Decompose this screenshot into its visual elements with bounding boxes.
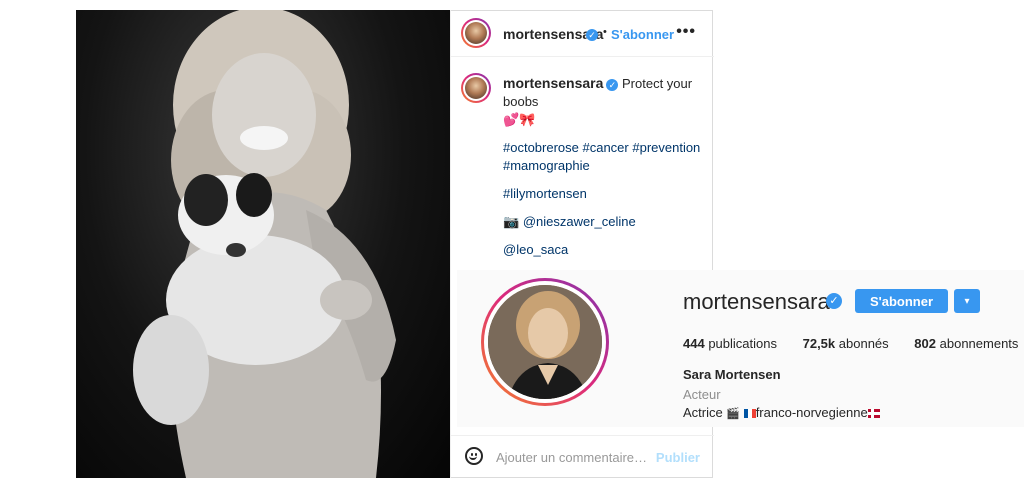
caption-username[interactable]: mortensensara: [503, 75, 603, 91]
hashtag-lilymortensen[interactable]: #lilymortensen: [503, 185, 703, 203]
comment-bar: Ajouter un commentaire… Publier: [451, 435, 714, 479]
avatar[interactable]: [461, 18, 491, 48]
profile-photo-illustration: [488, 285, 602, 399]
profile-category: Acteur: [683, 387, 721, 402]
more-options-icon[interactable]: •••: [676, 23, 696, 41]
camera-icon: 📷: [503, 214, 520, 229]
profile-avatar[interactable]: [481, 278, 609, 406]
profile-full-name: Sara Mortensen: [683, 367, 781, 382]
verified-icon: ✓: [606, 78, 619, 91]
profile-username: mortensensara: [683, 289, 830, 314]
post-photo[interactable]: [76, 10, 450, 478]
verified-icon: ✓: [826, 293, 842, 309]
caption-avatar[interactable]: [461, 73, 491, 103]
comment-input[interactable]: Ajouter un commentaire…: [496, 450, 647, 465]
clapperboard-icon: 🎬: [726, 408, 741, 420]
photo-illustration: [133, 10, 396, 478]
verified-icon: ✓: [586, 29, 598, 41]
hashtags[interactable]: #octobrerose #cancer #prevention #mamogr…: [503, 139, 703, 175]
stat-following[interactable]: 802 abonnements: [914, 336, 1018, 351]
follow-link[interactable]: S'abonner: [611, 27, 674, 42]
profile-bio: Actrice 🎬 franco-norvegienne: [683, 405, 880, 420]
france-flag-icon: [743, 409, 756, 418]
post-caption: mortensensara ✓ Protect your boobs 💕🎀 #oc…: [503, 74, 703, 283]
publish-button[interactable]: Publier: [656, 450, 700, 465]
separator-dot: •: [603, 26, 607, 38]
follow-button[interactable]: S'abonner: [855, 289, 948, 313]
profile-header: mortensensara ✓ S'abonner ▾ 444 publicat…: [457, 270, 1024, 427]
post-header: mortensensara ✓ • S'abonner •••: [451, 10, 714, 57]
profile-stats: 444 publications 72,5k abonnés 802 abonn…: [683, 336, 1024, 351]
caption-emoji: 💕🎀: [503, 112, 536, 127]
norway-flag-icon: [867, 409, 880, 418]
photographer-mention[interactable]: @nieszawer_celine: [523, 214, 636, 229]
suggestions-dropdown-button[interactable]: ▾: [954, 289, 980, 313]
stat-followers[interactable]: 72,5k abonnés: [803, 336, 889, 351]
bio-text: franco-norvegienne: [755, 405, 868, 420]
bio-prefix: Actrice: [683, 405, 723, 420]
mention-leo-saca[interactable]: @leo_saca: [503, 241, 703, 259]
stat-publications: 444 publications: [683, 336, 777, 351]
